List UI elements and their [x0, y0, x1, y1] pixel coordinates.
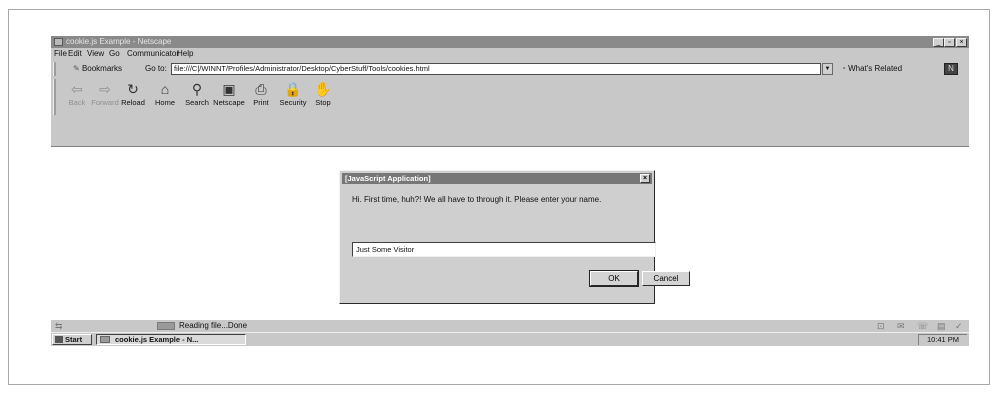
toolbar-button-label: Search [185, 98, 209, 107]
taskbar-item-label: cookie.js Example - N... [115, 335, 199, 344]
toolbar-button-label: Home [154, 98, 175, 107]
netscape-window-icon[interactable] [54, 38, 63, 46]
location-toolbar: ✎ Bookmarks Go to: file:///C|/WINNT/Prof… [51, 61, 969, 77]
whats-related-button[interactable]: ◔ What's Related [841, 64, 902, 74]
stop-icon: ✋ [314, 81, 332, 97]
browser-window: cookie.js Example - Netscape _ ▫ × File … [51, 36, 969, 346]
url-dropdown-button[interactable]: ▼ [822, 63, 833, 75]
toolbar-button-reload[interactable]: ↻ Reload [115, 80, 151, 108]
navigator-status-icon[interactable]: ✓ [955, 320, 963, 332]
name-input[interactable] [352, 242, 656, 257]
taskbar-clock[interactable]: 10:41 PM [918, 334, 967, 345]
title-bar[interactable]: cookie.js Example - Netscape _ ▫ × [51, 36, 969, 48]
search-icon: ⚲ [191, 81, 203, 97]
dialog-message: Hi. First time, huh?! We all have to thr… [352, 195, 602, 204]
bookmarks-label: Bookmarks [81, 64, 122, 73]
toolbar-button-home[interactable]: ⌂ Home [147, 80, 183, 108]
dialog-title-bar[interactable]: [JavaScript Application] × [342, 173, 652, 184]
bookmarks-button[interactable]: ✎ Bookmarks [73, 64, 122, 74]
dialog-title: [JavaScript Application] [345, 174, 431, 183]
navigation-toolbar: ⇦ Back ⇨ Forward ↻ Reload ⌂ Home ⚲ Search ▣ Netscap… [51, 77, 969, 117]
windows-taskbar: Start cookie.js Example - N... 10:41 PM [51, 332, 969, 346]
menu-help[interactable]: Help [177, 49, 193, 59]
start-label: Start [65, 335, 83, 344]
status-text: Reading file...Done [179, 321, 248, 330]
menu-view[interactable]: View [87, 49, 104, 59]
netscape-logo-icon[interactable]: N [944, 63, 958, 75]
toolbar-button-print[interactable]: ⎙ Print [243, 80, 279, 108]
javascript-prompt-dialog: [JavaScript Application] × Hi. First tim… [339, 170, 690, 304]
ok-button[interactable]: OK [589, 270, 639, 287]
menu-edit[interactable]: Edit [68, 49, 82, 59]
toolbar-button-label: Stop [315, 98, 331, 107]
maximize-button[interactable]: ▫ [944, 38, 955, 47]
bookmarks-icon: ✎ [73, 64, 82, 73]
menu-communicator[interactable]: Communicator [127, 49, 179, 59]
toolbar-grip[interactable] [53, 62, 56, 76]
status-bar: ⇆ Reading file...Done ⊡ ✉ ☏ ▤ ✓ [51, 320, 969, 332]
mail-status-icon[interactable]: ✉ [897, 320, 905, 332]
start-button[interactable]: Start [52, 334, 92, 345]
progress-bar [157, 322, 175, 330]
goto-label: Go to: [145, 64, 167, 73]
cancel-button[interactable]: Cancel [642, 271, 690, 286]
dialog-close-button[interactable]: × [640, 174, 650, 183]
toolbar-button-netscape[interactable]: ▣ Netscape [211, 80, 247, 108]
menu-go[interactable]: Go [109, 49, 120, 59]
whats-related-label: What's Related [848, 64, 903, 73]
toolbar-button-search[interactable]: ⚲ Search [179, 80, 215, 108]
toolbar-button-label: Netscape [213, 98, 245, 107]
toolbar-button-label: Print [253, 98, 269, 107]
security-status-icon[interactable]: ⊡ [877, 320, 885, 332]
url-field[interactable]: file:///C|/WINNT/Profiles/Administrator/… [171, 63, 821, 75]
discussion-status-icon[interactable]: ☏ [917, 320, 928, 332]
connection-icon: ⇆ [55, 321, 63, 331]
taskbar-item-netscape[interactable]: cookie.js Example - N... [96, 334, 246, 345]
reload-icon: ↻ [127, 81, 139, 97]
whats-related-icon: ◔ [841, 64, 849, 73]
nav-toolbar-grip[interactable] [53, 79, 56, 115]
menu-bar: File Edit View Go Communicator Help [51, 48, 969, 60]
close-button[interactable]: × [956, 38, 967, 47]
home-icon: ⌂ [160, 81, 170, 97]
toolbar-button-label: Reload [121, 98, 145, 107]
minimize-button[interactable]: _ [933, 38, 944, 47]
print-icon: ⎙ [255, 81, 267, 97]
window-title: cookie.js Example - Netscape [66, 37, 172, 46]
netscape-task-icon [100, 336, 110, 343]
menu-file[interactable]: File [54, 49, 67, 59]
toolbar-button-stop[interactable]: ✋ Stop [305, 80, 341, 108]
composer-status-icon[interactable]: ▤ [937, 320, 946, 332]
netscape-icon: ▣ [222, 81, 236, 97]
windows-flag-icon [55, 336, 63, 343]
